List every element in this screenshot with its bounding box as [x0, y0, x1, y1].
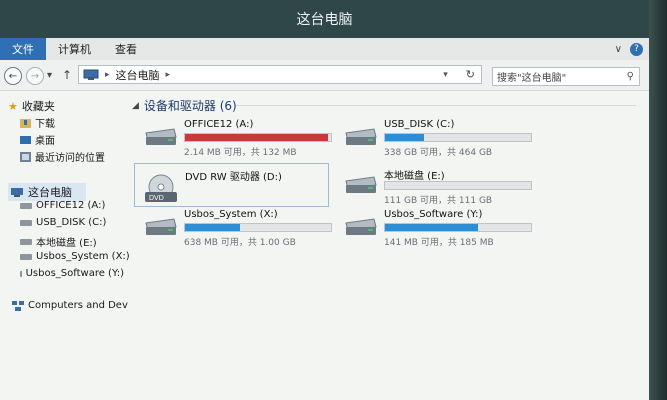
- address-bar[interactable]: ▸ 这台电脑 ▸ ▾ ↻: [78, 65, 482, 84]
- drive-tile[interactable]: OFFICE12 (A:) 2.14 MB 可用，共 132 MB: [134, 115, 332, 159]
- window-title: 这台电脑: [296, 12, 353, 28]
- sidebar-network[interactable]: Computers and Dev: [12, 300, 128, 311]
- help-icon[interactable]: ?: [630, 42, 643, 56]
- drive-icon: [20, 202, 32, 209]
- drive-name: DVD RW 驱动器 (D:): [185, 172, 282, 183]
- drive-icon: [20, 270, 22, 277]
- group-divider: [236, 105, 636, 106]
- drive-name: OFFICE12 (A:): [184, 119, 254, 130]
- sidebar-item-desktop[interactable]: 桌面: [20, 132, 55, 147]
- explorer-window: 这台电脑 文件 计算机 查看 ∨ ? ← → ▾ ↑ ▸ 这台电脑 ▸ ▾ ↻ …: [0, 0, 649, 400]
- drive-tile[interactable]: DVD DVD RW 驱动器 (D:): [134, 163, 329, 207]
- drive-space-text: 338 GB 可用，共 464 GB: [384, 148, 493, 158]
- computer-icon: [83, 69, 99, 80]
- drive-usage-bar: [384, 181, 532, 190]
- drive-usage-bar: [184, 133, 332, 142]
- drive-space-text: 2.14 MB 可用，共 132 MB: [184, 148, 297, 158]
- background-edge: [649, 0, 667, 400]
- drive-name: Usbos_Software (Y:): [384, 209, 483, 220]
- drive-usage-bar: [184, 223, 332, 232]
- drive-name: USB_DISK (C:): [384, 119, 455, 130]
- address-dropdown-icon[interactable]: ▾: [443, 70, 448, 80]
- drive-tile[interactable]: Usbos_System (X:) 638 MB 可用，共 1.00 GB: [134, 205, 332, 249]
- drive-usage-bar: [384, 133, 532, 142]
- hard-drive-icon: [345, 128, 377, 145]
- menu-bar: 文件 计算机 查看 ∨ ?: [0, 38, 649, 60]
- arrow-up-icon[interactable]: ↑: [62, 68, 72, 82]
- sidebar-this-pc[interactable]: 这台电脑: [8, 183, 86, 201]
- search-input[interactable]: 搜索"这台电脑" ⚲: [492, 67, 640, 86]
- drive-name: Usbos_System (X:): [184, 209, 278, 220]
- recent-locations-icon[interactable]: ▾: [47, 70, 52, 81]
- hard-drive-icon: [345, 176, 377, 193]
- menu-computer[interactable]: 计算机: [46, 41, 103, 57]
- ribbon-expand-icon[interactable]: ∨: [615, 44, 622, 55]
- drive-tile[interactable]: 本地磁盘 (E:) 111 GB 可用，共 111 GB: [334, 163, 532, 207]
- sidebar-item-drive-c[interactable]: USB_DISK (C:): [20, 217, 106, 228]
- menu-view[interactable]: 查看: [103, 41, 149, 57]
- drive-icon: [20, 219, 32, 226]
- drive-usage-fill: [385, 224, 479, 231]
- arrow-right-icon[interactable]: →: [26, 67, 44, 85]
- collapse-icon[interactable]: ◢: [132, 101, 139, 111]
- computer-icon: [11, 187, 23, 197]
- drive-usage-fill: [185, 134, 329, 141]
- address-path[interactable]: 这台电脑: [116, 67, 160, 83]
- drive-name: 本地磁盘 (E:): [384, 171, 445, 182]
- search-icon[interactable]: ⚲: [627, 71, 634, 82]
- arrow-left-icon[interactable]: ←: [4, 67, 22, 85]
- sidebar-item-downloads[interactable]: 下载: [20, 115, 55, 130]
- hard-drive-icon: [145, 218, 177, 235]
- recent-places-icon: [20, 151, 31, 162]
- sidebar-item-drive-e[interactable]: 本地磁盘 (E:): [20, 234, 97, 249]
- svg-text:DVD: DVD: [149, 195, 164, 202]
- dvd-drive-icon: DVD: [145, 174, 177, 202]
- sidebar-item-recent[interactable]: 最近访问的位置: [20, 149, 105, 164]
- group-header[interactable]: ◢ 设备和驱动器 (6): [132, 97, 237, 114]
- drive-space-text: 141 MB 可用，共 185 MB: [384, 238, 494, 248]
- hard-drive-icon: [345, 218, 377, 235]
- search-placeholder: 搜索"这台电脑": [497, 73, 567, 84]
- breadcrumb-separator-icon[interactable]: ▸: [105, 70, 110, 80]
- sidebar-item-drive-y[interactable]: Usbos_Software (Y:): [20, 268, 124, 279]
- hard-drive-icon: [145, 128, 177, 145]
- sidebar-item-drive-x[interactable]: Usbos_System (X:): [20, 251, 130, 262]
- drive-tile[interactable]: USB_DISK (C:) 338 GB 可用，共 464 GB: [334, 115, 532, 159]
- sidebar-favorites[interactable]: ★ 收藏夹: [8, 98, 55, 114]
- refresh-icon[interactable]: ↻: [466, 68, 475, 81]
- drive-usage-bar: [384, 223, 532, 232]
- drive-tile[interactable]: Usbos_Software (Y:) 141 MB 可用，共 185 MB: [334, 205, 532, 249]
- downloads-folder-icon: [20, 118, 31, 128]
- drive-icon: [20, 253, 32, 260]
- title-bar: 这台电脑: [0, 0, 649, 38]
- drive-icon: [20, 238, 32, 245]
- desktop-icon: [20, 135, 31, 144]
- drive-space-text: 638 MB 可用，共 1.00 GB: [184, 238, 296, 248]
- drive-usage-fill: [385, 134, 425, 141]
- navigation-pane: ★ 收藏夹 下载 桌面 最近访问的位置 这台电脑 OFFICE12 (A:) U…: [0, 91, 130, 400]
- network-icon: [12, 300, 24, 311]
- breadcrumb-chevron-icon[interactable]: ▸: [166, 70, 171, 80]
- menu-file[interactable]: 文件: [0, 38, 46, 60]
- star-icon: ★: [8, 99, 18, 113]
- drive-usage-fill: [185, 224, 241, 231]
- content-pane: ◢ 设备和驱动器 (6) OFFICE12 (A:) 2.14 MB 可用，共 1…: [124, 91, 649, 400]
- sidebar-item-drive-a[interactable]: OFFICE12 (A:): [20, 200, 105, 211]
